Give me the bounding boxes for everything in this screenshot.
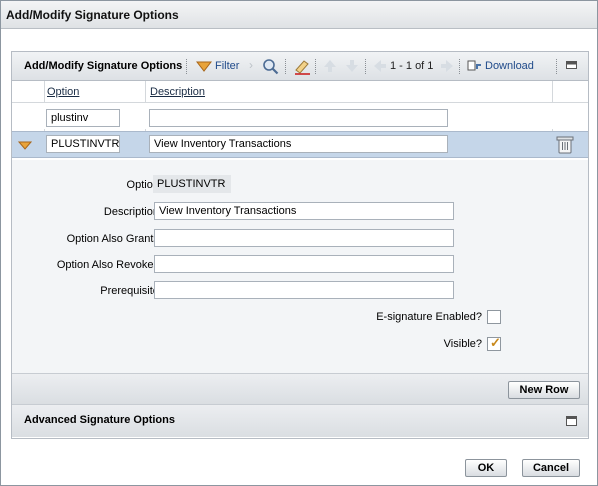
check-icon: ✓: [490, 335, 501, 350]
dialog-title: Add/Modify Signature Options: [6, 8, 179, 22]
column-header-option[interactable]: Option: [47, 86, 79, 98]
description-label: Description:: [103, 206, 162, 218]
description-field[interactable]: View Inventory Transactions: [154, 202, 454, 220]
toolbar-separator: [556, 59, 558, 74]
delete-row-icon[interactable]: [556, 135, 574, 154]
prerequisite-label: Prerequisite:: [100, 285, 162, 297]
dialog-header: Add/Modify Signature Options: [1, 1, 597, 29]
chevron-right-icon[interactable]: ›: [249, 58, 253, 72]
previous-row-icon[interactable]: [323, 59, 337, 73]
expand-section-icon[interactable]: [566, 416, 577, 426]
revokes-field[interactable]: [154, 255, 454, 273]
collapse-table-icon[interactable]: [566, 61, 577, 69]
toolbar-separator: [285, 59, 287, 74]
toolbar-separator: [315, 59, 317, 74]
dialog: Add/Modify Signature Options Add/Modify …: [0, 0, 598, 486]
table-toolbar: Add/Modify Signature Options Filter › 1 …: [12, 52, 588, 81]
advanced-options-title: Advanced Signature Options: [24, 414, 175, 426]
description-filter-input[interactable]: [149, 109, 448, 127]
prerequisite-field[interactable]: [154, 281, 454, 299]
toolbar-separator: [365, 59, 367, 74]
new-row-button[interactable]: New Row: [508, 381, 580, 399]
toolbar-separator: [186, 59, 188, 74]
revokes-label: Option Also Revokes:: [56, 259, 162, 271]
option-label: Option:: [126, 179, 162, 191]
table-row[interactable]: PLUSTINVTR View Inventory Transactions: [12, 131, 588, 158]
pagination-text: 1 - 1 of 1: [390, 60, 434, 72]
esignature-label: E-signature Enabled?: [376, 311, 482, 323]
cancel-button[interactable]: Cancel: [522, 459, 580, 477]
search-icon[interactable]: [262, 58, 279, 75]
ok-button[interactable]: OK: [465, 459, 507, 477]
next-page-icon[interactable]: [440, 59, 454, 73]
grants-label: Option Also Grants:: [66, 233, 162, 245]
download-icon[interactable]: [467, 60, 482, 72]
description-cell[interactable]: View Inventory Transactions: [149, 135, 448, 153]
filter-icon[interactable]: [196, 61, 212, 72]
visible-checkbox[interactable]: ✓: [487, 335, 501, 351]
toolbar-separator: [459, 59, 461, 74]
grants-field[interactable]: [154, 229, 454, 247]
column-header-description[interactable]: Description: [150, 86, 205, 98]
filter-button[interactable]: Filter: [215, 60, 239, 72]
option-filter-input[interactable]: plustinv: [46, 109, 120, 127]
advanced-options-section[interactable]: Advanced Signature Options: [12, 405, 588, 437]
signature-options-table: Add/Modify Signature Options Filter › 1 …: [11, 51, 589, 439]
download-button[interactable]: Download: [485, 60, 534, 72]
option-cell[interactable]: PLUSTINVTR: [46, 135, 120, 153]
column-header-row: Option Description: [12, 81, 588, 103]
clear-filter-icon[interactable]: [293, 58, 311, 75]
previous-page-icon[interactable]: [373, 59, 387, 73]
table-title: Add/Modify Signature Options: [24, 60, 183, 72]
esignature-checkbox[interactable]: [487, 310, 501, 324]
option-value: PLUSTINVTR: [153, 175, 231, 193]
row-details-toggle-icon[interactable]: [18, 141, 32, 150]
row-detail-panel: Option: PLUSTINVTR Description: View Inv…: [12, 160, 588, 374]
visible-label: Visible?: [443, 338, 482, 350]
filter-row: plustinv: [12, 103, 588, 129]
next-row-icon[interactable]: [345, 59, 359, 73]
table-button-bar: New Row: [12, 374, 588, 405]
